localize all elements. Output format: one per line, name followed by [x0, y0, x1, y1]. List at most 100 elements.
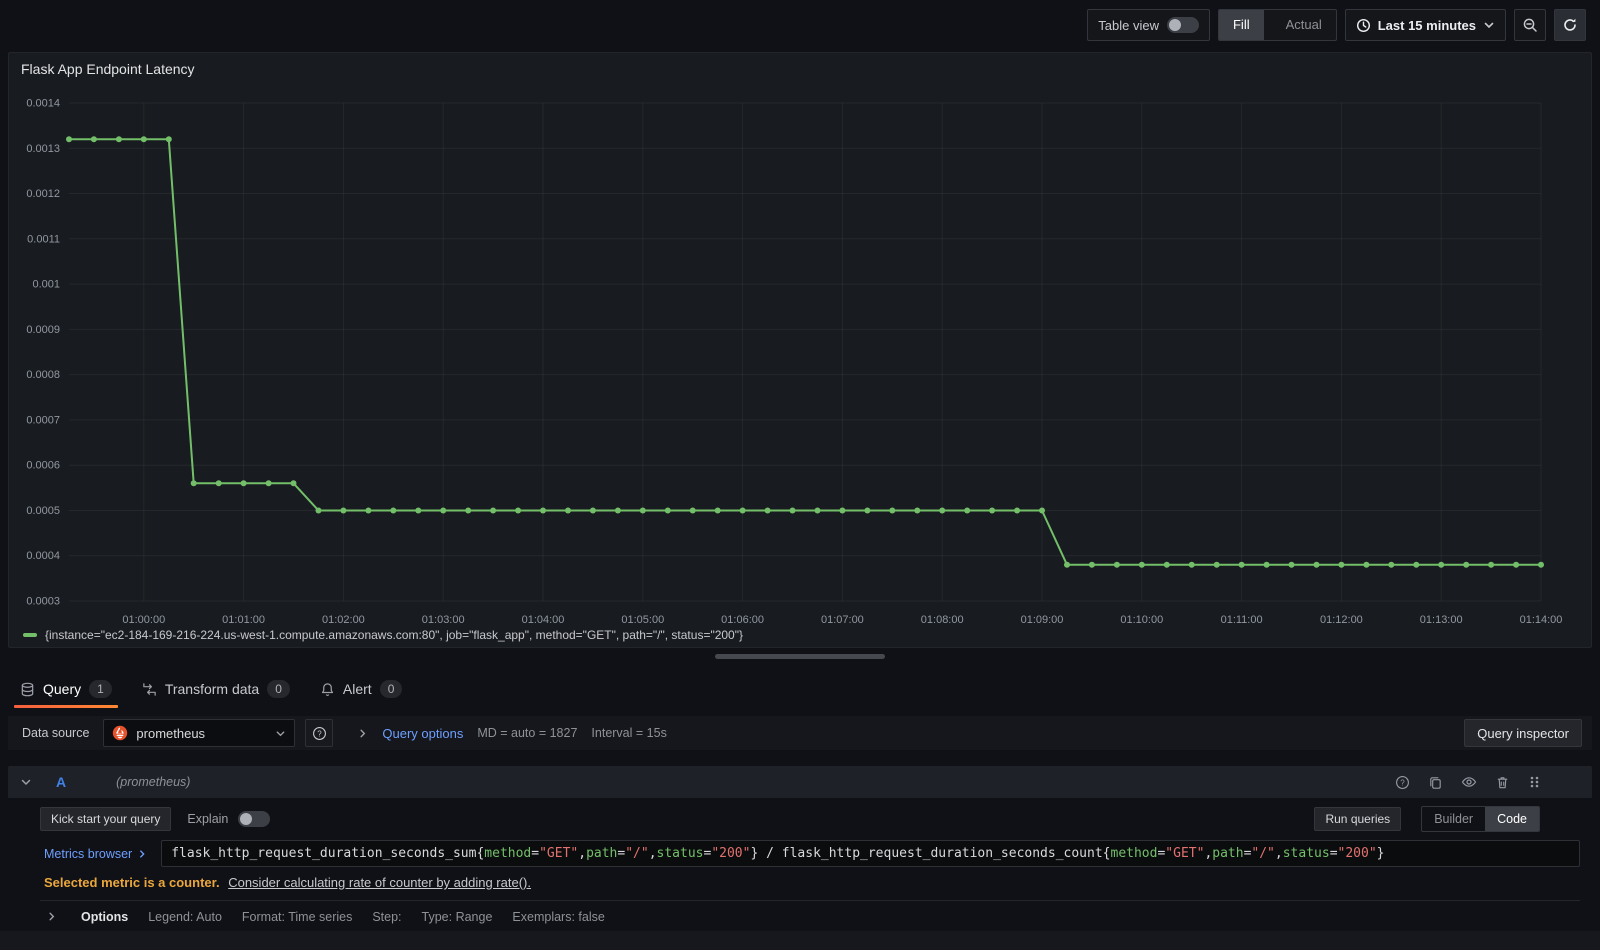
tab-transform-data[interactable]: Transform data 0 — [142, 668, 290, 710]
svg-text:0.0004: 0.0004 — [26, 550, 60, 562]
warning-text: Selected metric is a counter. — [44, 875, 220, 890]
svg-text:01:03:00: 01:03:00 — [422, 614, 465, 626]
chart-legend[interactable]: {instance="ec2-184-169-216-224.us-west-1… — [23, 628, 743, 642]
svg-text:01:09:00: 01:09:00 — [1021, 614, 1064, 626]
chevron-down-icon[interactable] — [20, 776, 32, 788]
svg-text:0.0006: 0.0006 — [26, 460, 60, 472]
option-exemplars: Exemplars: false — [512, 909, 605, 924]
chevron-right-icon — [357, 728, 368, 739]
trash-icon[interactable] — [1495, 775, 1510, 790]
editor-tabs: Query 1 Transform data 0 Alert 0 — [8, 668, 1592, 710]
query-options-section[interactable]: Query options MD = auto = 1827 Interval … — [357, 726, 667, 741]
svg-text:0.0005: 0.0005 — [26, 505, 60, 517]
bottom-strip — [0, 931, 1600, 950]
svg-text:01:12:00: 01:12:00 — [1320, 614, 1363, 626]
interval-text: Interval = 15s — [591, 726, 667, 740]
explain-control: Explain — [187, 811, 271, 827]
query-options-collapsed[interactable]: Options Legend: Auto Format: Time series… — [40, 900, 1580, 932]
builder-code-segmented: Builder Code — [1421, 806, 1540, 832]
table-view-group: Table view — [1087, 9, 1210, 41]
tab-alert[interactable]: Alert 0 — [320, 668, 403, 710]
metrics-browser-button[interactable]: Metrics browser — [40, 847, 147, 861]
svg-text:01:10:00: 01:10:00 — [1120, 614, 1163, 626]
chevron-down-icon — [275, 728, 286, 739]
options-label: Options — [81, 909, 129, 924]
counter-warning: Selected metric is a counter. Consider c… — [40, 875, 1580, 890]
help-circle-icon: ? — [312, 726, 327, 741]
latency-panel: Flask App Endpoint Latency 0.0014 0.0013 0… — [8, 52, 1592, 648]
query-editor-section: A (prometheus) ? Kick start your query E… — [8, 766, 1592, 932]
chart-grid — [69, 102, 1542, 602]
code-button[interactable]: Code — [1485, 807, 1539, 831]
option-format: Format: Time series — [241, 909, 353, 924]
time-range-picker[interactable]: Last 15 minutes — [1344, 9, 1506, 41]
explain-toggle[interactable] — [238, 811, 271, 827]
chart-axis-labels: 0.0014 0.0013 0.0012 0.0011 0.001 0.0009 0.000… — [26, 98, 1562, 627]
tab-transform-count: 0 — [267, 680, 290, 698]
query-options-label[interactable]: Query options — [382, 726, 463, 741]
pane-resize-handle[interactable] — [715, 654, 885, 659]
fill-actual-segmented: Fill Actual — [1217, 9, 1337, 41]
eye-icon[interactable] — [1461, 774, 1477, 790]
datasource-select[interactable]: prometheus — [103, 719, 296, 747]
database-icon — [20, 682, 35, 697]
duplicate-icon[interactable] — [1428, 775, 1443, 790]
svg-text:01:11:00: 01:11:00 — [1221, 614, 1263, 626]
refresh-button[interactable] — [1554, 9, 1586, 41]
svg-text:01:07:00: 01:07:00 — [821, 614, 864, 626]
builder-button[interactable]: Builder — [1422, 807, 1485, 831]
query-toolbar: Kick start your query Explain Run querie… — [40, 806, 1580, 832]
expression-row: Metrics browser flask_http_request_durat… — [40, 840, 1580, 867]
chevron-right-icon — [46, 911, 57, 922]
datasource-row: Data source prometheus ? Query options M… — [8, 716, 1592, 750]
help-circle-icon[interactable]: ? — [1395, 775, 1410, 790]
tab-query-count: 1 — [89, 680, 112, 698]
chevron-right-icon — [137, 849, 147, 859]
panel-edit-toolbar: Table view Fill Actual Last 15 minutes — [0, 0, 1600, 50]
option-type: Type: Range — [421, 909, 493, 924]
svg-text:01:01:00: 01:01:00 — [222, 614, 265, 626]
svg-text:0.0012: 0.0012 — [26, 188, 60, 200]
svg-text:01:06:00: 01:06:00 — [721, 614, 764, 626]
query-row-body: Kick start your query Explain Run querie… — [8, 798, 1592, 932]
promql-expression-input[interactable]: flask_http_request_duration_seconds_sum{… — [161, 840, 1580, 867]
svg-text:0.001: 0.001 — [32, 279, 60, 291]
svg-text:0.0008: 0.0008 — [26, 369, 60, 381]
svg-text:01:14:00: 01:14:00 — [1520, 614, 1563, 626]
time-range-label: Last 15 minutes — [1377, 17, 1476, 33]
svg-text:0.0009: 0.0009 — [26, 324, 60, 336]
actual-button[interactable]: Actual — [1272, 10, 1336, 40]
query-row-header[interactable]: A (prometheus) ? — [8, 766, 1592, 798]
datasource-label: Data source — [22, 726, 90, 740]
transform-icon — [142, 682, 157, 697]
table-view-toggle[interactable] — [1166, 17, 1199, 33]
promql-expression: flask_http_request_duration_seconds_sum{… — [171, 846, 1385, 861]
series-line — [69, 138, 1541, 566]
option-step: Step: — [372, 909, 402, 924]
legend-series-label: {instance="ec2-184-169-216-224.us-west-1… — [45, 628, 743, 642]
table-view-label: Table view — [1098, 17, 1159, 33]
legend-series-swatch — [23, 633, 37, 637]
svg-text:0.0007: 0.0007 — [26, 414, 60, 426]
datasource-help-button[interactable]: ? — [305, 719, 334, 747]
query-inspector-button[interactable]: Query inspector — [1464, 719, 1582, 747]
run-queries-button[interactable]: Run queries — [1314, 807, 1402, 831]
kick-start-query-button[interactable]: Kick start your query — [40, 807, 172, 831]
svg-text:?: ? — [1400, 778, 1405, 787]
svg-text:01:05:00: 01:05:00 — [621, 614, 664, 626]
tab-query[interactable]: Query 1 — [14, 668, 118, 710]
zoom-out-button[interactable] — [1514, 9, 1546, 41]
query-header-actions: ? — [1395, 774, 1580, 790]
svg-text:01:00:00: 01:00:00 — [122, 614, 165, 626]
refresh-icon — [1562, 17, 1578, 33]
query-datasource-hint: (prometheus) — [116, 775, 191, 789]
latency-chart[interactable]: 0.0014 0.0013 0.0012 0.0011 0.001 0.0009 0.000… — [9, 53, 1593, 649]
svg-text:0.0014: 0.0014 — [26, 98, 60, 110]
warning-rate-link[interactable]: Consider calculating rate of counter by … — [228, 875, 531, 890]
fill-button[interactable]: Fill — [1218, 10, 1264, 40]
drag-handle-icon[interactable] — [1528, 774, 1540, 790]
clock-icon — [1356, 18, 1371, 33]
tab-alert-count: 0 — [379, 680, 403, 698]
bell-icon — [320, 682, 335, 697]
option-legend: Legend: Auto — [148, 909, 222, 924]
